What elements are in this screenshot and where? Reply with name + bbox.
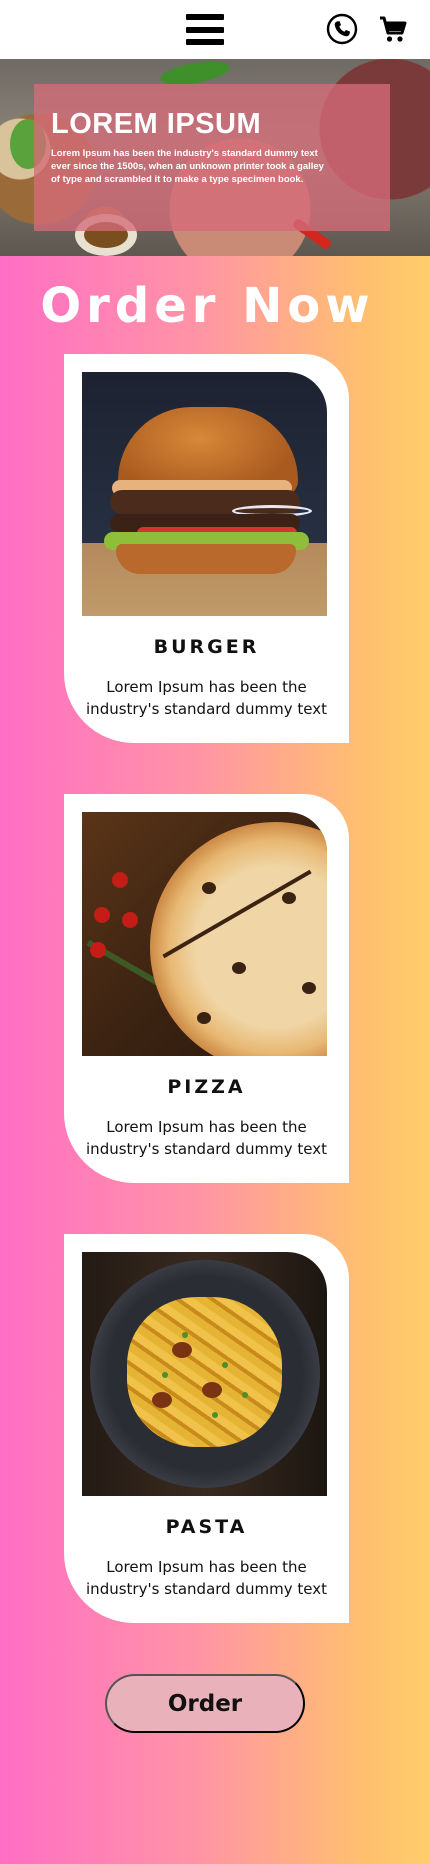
card-description: Lorem Ipsum has been the industry's stan… — [86, 678, 327, 718]
hero-banner: LOREM IPSUM Lorem Ipsum has been the ind… — [0, 59, 430, 256]
hero-title: LOREM IPSUM — [51, 108, 262, 140]
card-title: BURGER — [153, 636, 260, 658]
card-description: Lorem Ipsum has been the industry's stan… — [86, 1558, 327, 1598]
card-title: PIZZA — [167, 1076, 246, 1098]
pizza-image — [82, 812, 327, 1056]
top-navigation-bar — [0, 0, 430, 59]
card-title: PASTA — [165, 1516, 248, 1538]
order-now-heading: Order Now — [40, 278, 375, 334]
hero-description: Lorem Ipsum has been the industry's stan… — [51, 148, 324, 185]
menu-card-pasta[interactable]: PASTA Lorem Ipsum has been the industry'… — [64, 1234, 349, 1623]
hero-text-panel: LOREM IPSUM Lorem Ipsum has been the ind… — [34, 84, 390, 231]
menu-card-pizza[interactable]: PIZZA Lorem Ipsum has been the industry'… — [64, 794, 349, 1183]
menu-card-burger[interactable]: BURGER Lorem Ipsum has been the industry… — [64, 354, 349, 743]
hamburger-menu-icon[interactable] — [186, 14, 224, 45]
card-description: Lorem Ipsum has been the industry's stan… — [86, 1118, 327, 1158]
burger-image — [82, 372, 327, 616]
order-button[interactable]: Order — [105, 1674, 305, 1733]
shopping-cart-icon[interactable] — [378, 14, 408, 44]
phone-icon[interactable] — [326, 13, 358, 45]
pasta-image — [82, 1252, 327, 1496]
